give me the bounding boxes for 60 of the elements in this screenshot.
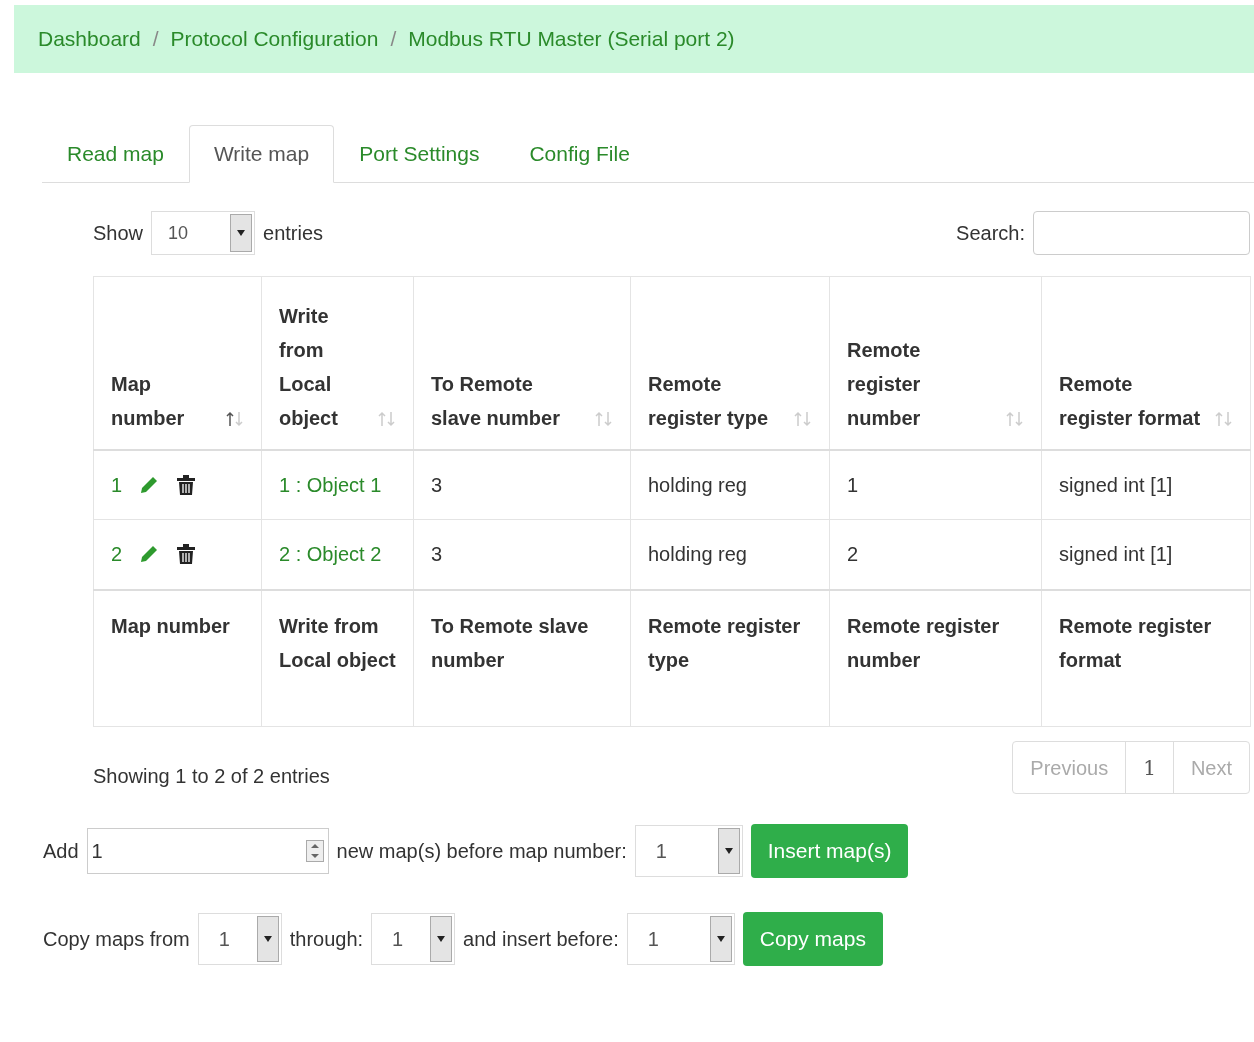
- tab[interactable]: Config File: [504, 125, 655, 182]
- trash-icon[interactable]: [176, 473, 197, 496]
- dropdown-select[interactable]: 1: [626, 913, 735, 965]
- entries-select[interactable]: 10: [151, 211, 256, 255]
- column-footer: Map number: [93, 589, 262, 727]
- breadcrumb-link[interactable]: Dashboard: [38, 23, 141, 55]
- dropdown-select[interactable]: 1: [371, 913, 456, 965]
- breadcrumb-separator: /: [390, 26, 397, 53]
- dropdown-select[interactable]: 1: [197, 913, 282, 965]
- column-footer: Write from Local object: [261, 589, 414, 727]
- count-field[interactable]: 1: [86, 828, 329, 874]
- map-number-link[interactable]: 2: [111, 539, 123, 570]
- table-cell[interactable]: 1 : Object 1: [261, 449, 414, 520]
- through-label: through:: [289, 927, 364, 952]
- tab[interactable]: Read map: [42, 125, 189, 182]
- search-field[interactable]: [1033, 211, 1250, 255]
- breadcrumb-link[interactable]: Modbus RTU Master (Serial port 2): [408, 23, 735, 55]
- trash-icon[interactable]: [176, 543, 197, 566]
- column-footer: Remote register number: [829, 589, 1042, 727]
- entries-label: entries: [263, 221, 324, 246]
- column-header[interactable]: Remote register type: [630, 276, 830, 450]
- table-cell: 3: [413, 449, 631, 520]
- sort-icon[interactable]: [226, 410, 244, 427]
- copy-from-label: Copy maps from: [43, 927, 190, 952]
- dropdown-arrow-icon: [263, 936, 272, 942]
- tab[interactable]: Port Settings: [334, 125, 505, 182]
- column-footer: To Remote slave number: [413, 589, 631, 727]
- show-label: Show: [93, 221, 144, 246]
- column-header-label: Write from Local object: [279, 303, 339, 431]
- breadcrumb-separator: /: [152, 26, 159, 53]
- search-label: Search:: [956, 221, 1025, 246]
- column-header-label: Remote register format: [1059, 371, 1202, 431]
- table-cell: 1: [829, 449, 1042, 520]
- dropdown-arrow-icon: [237, 230, 246, 236]
- breadcrumb-link[interactable]: Protocol Configuration: [170, 23, 379, 55]
- pagination-button[interactable]: 1: [1125, 742, 1173, 793]
- column-header[interactable]: Write from Local object: [261, 276, 414, 450]
- dropdown-arrow-icon: [724, 848, 733, 854]
- table-cell: holding reg: [630, 449, 830, 520]
- column-header[interactable]: Map number: [93, 276, 262, 450]
- column-header-label: Remote register type: [648, 371, 770, 431]
- column-footer: Remote register format: [1041, 589, 1251, 727]
- dropdown-select[interactable]: 1: [634, 825, 743, 877]
- column-header-label: Map number: [111, 371, 186, 431]
- before-map-label: new map(s) before map number:: [336, 839, 627, 864]
- add-label: Add: [43, 839, 79, 864]
- dropdown-arrow-icon: [437, 936, 446, 942]
- column-footer: Remote register type: [630, 589, 830, 727]
- dropdown-arrow-icon: [716, 936, 725, 942]
- table-cell: signed int [1]: [1041, 449, 1251, 520]
- tab[interactable]: Write map: [188, 125, 335, 183]
- column-header[interactable]: Remote register format: [1041, 276, 1251, 450]
- column-header[interactable]: Remote register number: [829, 276, 1042, 450]
- insert-before-label: and insert before:: [463, 927, 619, 952]
- table-info: Showing 1 to 2 of 2 entries: [93, 764, 330, 789]
- column-header-label: Remote register number: [847, 337, 922, 431]
- spinner-icon[interactable]: [305, 840, 324, 862]
- column-header-label: To Remote slave number: [431, 371, 561, 431]
- map-number-link[interactable]: 1: [111, 469, 123, 500]
- column-header[interactable]: To Remote slave number: [413, 276, 631, 450]
